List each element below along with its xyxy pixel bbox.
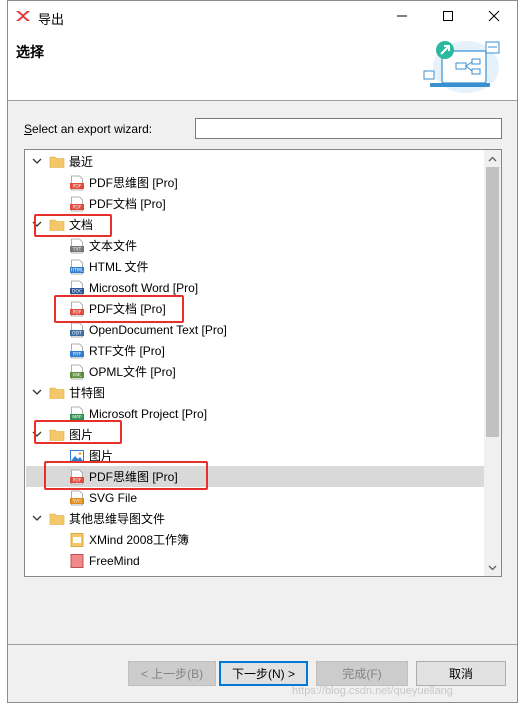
tree-item-row[interactable]: FreeMind bbox=[26, 550, 484, 571]
scroll-thumb[interactable] bbox=[486, 167, 499, 437]
watermark-text: https://blog.csdn.net/queyuellang bbox=[292, 685, 453, 697]
chevron-up-icon bbox=[488, 156, 497, 161]
svg-text:PDF: PDF bbox=[73, 183, 82, 189]
tree-row-label: Microsoft Project [Pro] bbox=[89, 406, 208, 421]
tree-category-row[interactable]: 最近 bbox=[26, 151, 484, 172]
cancel-button[interactable]: 取消 bbox=[416, 661, 506, 686]
annotation-box-pdf-mindmap bbox=[44, 461, 208, 490]
close-icon bbox=[488, 10, 500, 22]
svg-text:PDF: PDF bbox=[73, 204, 82, 210]
tree-row-label: HTML 文件 bbox=[89, 260, 149, 274]
chevron-down-icon[interactable] bbox=[31, 156, 43, 168]
svg-text:RTF: RTF bbox=[73, 351, 82, 357]
tree-item-row[interactable]: RTF RTF文件 [Pro] bbox=[26, 340, 484, 361]
finish-button[interactable]: 完成(F) bbox=[316, 661, 408, 686]
txt-icon: TXT bbox=[69, 238, 85, 254]
svg-text:TXT: TXT bbox=[72, 246, 82, 252]
tree-row-label: Microsoft Word [Pro] bbox=[89, 280, 199, 295]
tree-scrollbar[interactable] bbox=[484, 150, 501, 576]
export-wizard-illustration bbox=[423, 41, 500, 93]
svg-text:SVG: SVG bbox=[72, 498, 82, 504]
tree-row-label: OPML文件 [Pro] bbox=[89, 365, 176, 379]
tree-row-label: OpenDocument Text [Pro] bbox=[89, 322, 227, 337]
export-dialog: 导出 选择 Select an export wizard: 最近 PDF PD… bbox=[7, 0, 518, 703]
opml-icon: XML bbox=[69, 364, 85, 380]
footer-separator bbox=[8, 644, 517, 645]
tree-row-label: PDF思维图 [Pro] bbox=[89, 176, 178, 190]
minimize-icon bbox=[397, 15, 407, 17]
filter-label: Select an export wizard: bbox=[24, 122, 153, 136]
minimize-button[interactable] bbox=[379, 1, 425, 31]
tree-item-row[interactable]: TXT 文本文件 bbox=[26, 235, 484, 256]
odt-icon: ODT bbox=[69, 322, 85, 338]
tree-item-row[interactable]: PDF PDF思维图 [Pro] bbox=[26, 172, 484, 193]
rtf-icon: RTF bbox=[69, 343, 85, 359]
tree-row-label: FreeMind bbox=[89, 553, 140, 568]
scroll-down-button[interactable] bbox=[484, 559, 501, 576]
next-button[interactable]: 下一步(N) > bbox=[219, 661, 308, 686]
tree-item-row[interactable]: XMind 2008工作簿 bbox=[26, 529, 484, 550]
maximize-button[interactable] bbox=[425, 1, 471, 31]
pdf-icon: PDF bbox=[69, 196, 85, 212]
chevron-down-icon bbox=[488, 565, 497, 570]
folder-icon bbox=[49, 385, 65, 401]
svg-text:HTML: HTML bbox=[71, 267, 84, 273]
freemind-icon bbox=[69, 553, 85, 569]
annotation-box-documents bbox=[34, 214, 112, 237]
svg-text:XML: XML bbox=[72, 372, 82, 378]
tree-row-label: 甘特图 bbox=[69, 386, 106, 400]
tree-item-row[interactable]: HTML HTML 文件 bbox=[26, 256, 484, 277]
maximize-icon bbox=[443, 11, 453, 21]
tree-item-row[interactable]: SVG SVG File bbox=[26, 487, 484, 508]
page-title: 选择 bbox=[16, 44, 44, 60]
scroll-up-button[interactable] bbox=[484, 150, 501, 167]
tree-item-row[interactable]: XML OPML文件 [Pro] bbox=[26, 361, 484, 382]
wizard-banner: 选择 bbox=[8, 31, 517, 101]
annotation-box-pdf-document bbox=[54, 295, 184, 323]
tree-category-row[interactable]: 甘特图 bbox=[26, 382, 484, 403]
xmind-icon bbox=[69, 532, 85, 548]
tree-row-label: 其他思维导图文件 bbox=[69, 512, 166, 526]
folder-icon bbox=[49, 154, 65, 170]
back-button[interactable]: < 上一步(B) bbox=[128, 661, 216, 686]
doc-icon: DOC bbox=[69, 280, 85, 296]
svg-text:ODT: ODT bbox=[72, 330, 82, 336]
close-button[interactable] bbox=[471, 1, 517, 31]
tree-row-label: XMind 2008工作簿 bbox=[89, 533, 190, 547]
tree-item-row[interactable]: PDF PDF文档 [Pro] bbox=[26, 193, 484, 214]
window-title: 导出 bbox=[38, 12, 65, 27]
pdf-icon: PDF bbox=[69, 175, 85, 191]
svg-icon: SVG bbox=[69, 490, 85, 506]
title-bar: 导出 bbox=[8, 1, 517, 31]
tree-row-label: 最近 bbox=[69, 155, 94, 169]
chevron-down-icon[interactable] bbox=[31, 387, 43, 399]
folder-icon bbox=[49, 511, 65, 527]
svg-text:DOC: DOC bbox=[72, 288, 82, 294]
annotation-box-images bbox=[34, 420, 122, 444]
tree-category-row[interactable]: 其他思维导图文件 bbox=[26, 508, 484, 529]
xmind-app-icon bbox=[16, 11, 30, 21]
tree-row-label: SVG File bbox=[89, 490, 138, 505]
tree-row-label: PDF文档 [Pro] bbox=[89, 197, 166, 211]
tree-row-label: 文本文件 bbox=[89, 239, 138, 253]
export-wizard-search-input[interactable] bbox=[195, 118, 502, 139]
html-icon: HTML bbox=[69, 259, 85, 275]
chevron-down-icon[interactable] bbox=[31, 513, 43, 525]
tree-row-label: RTF文件 [Pro] bbox=[89, 344, 165, 358]
